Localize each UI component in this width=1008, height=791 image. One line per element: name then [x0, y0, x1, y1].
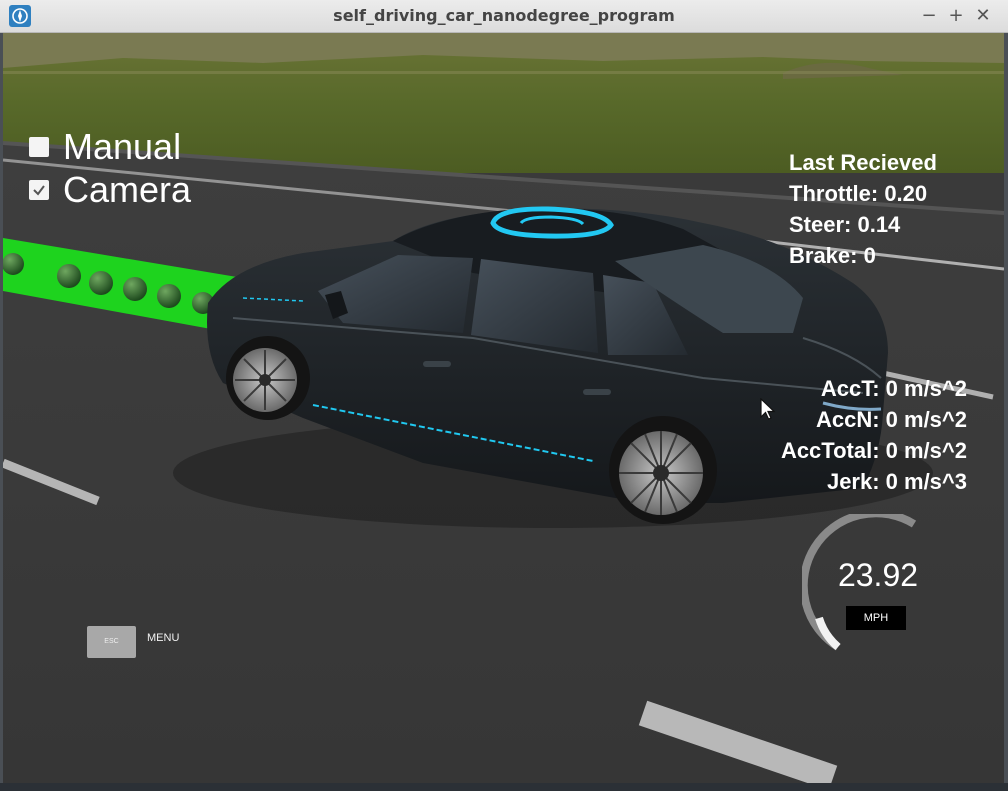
- checkmark-icon: [33, 185, 45, 196]
- menu-label[interactable]: MENU: [147, 632, 179, 644]
- camera-toggle[interactable]: Camera: [29, 170, 191, 210]
- telemetry-header: Last Recieved: [789, 150, 937, 175]
- close-icon[interactable]: ✕: [972, 3, 994, 29]
- manual-toggle[interactable]: Manual: [29, 127, 181, 167]
- manual-checkbox[interactable]: [29, 137, 49, 157]
- steer-readout: Steer: 0.14: [789, 212, 901, 237]
- manual-label: Manual: [63, 126, 182, 167]
- camera-checkbox[interactable]: [29, 180, 49, 200]
- mouse-cursor-icon: [760, 398, 776, 420]
- acceleration-panel: AccT: 0 m/s^2 AccN: 0 m/s^2 AccTotal: 0 …: [667, 373, 967, 497]
- acc-t-readout: AccT: 0 m/s^2: [820, 376, 967, 401]
- brake-readout: Brake: 0: [789, 243, 876, 268]
- window-titlebar[interactable]: self_driving_car_nanodegree_program − + …: [0, 0, 1008, 33]
- maximize-icon[interactable]: +: [945, 3, 967, 29]
- speed-unit: MPH: [846, 606, 906, 630]
- jerk-readout: Jerk: 0 m/s^3: [826, 469, 967, 494]
- speed-value: 23.92: [837, 557, 919, 593]
- acc-n-readout: AccN: 0 m/s^2: [815, 407, 967, 432]
- esc-button[interactable]: ESC: [87, 626, 136, 658]
- window-title: self_driving_car_nanodegree_program: [333, 6, 675, 25]
- minimize-icon[interactable]: −: [918, 3, 940, 29]
- acc-total-readout: AccTotal: 0 m/s^2: [780, 438, 967, 463]
- telemetry-panel: Last Recieved Throttle: 0.20 Steer: 0.14…: [789, 147, 937, 271]
- window-frame-bottom: [0, 783, 1008, 791]
- camera-label: Camera: [63, 169, 192, 210]
- throttle-readout: Throttle: 0.20: [789, 181, 928, 206]
- window-frame-right: [1004, 33, 1008, 783]
